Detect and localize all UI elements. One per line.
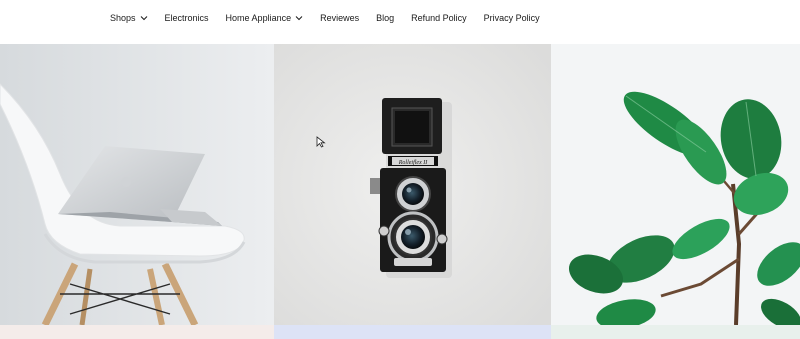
nav-item-label: Privacy Policy xyxy=(483,13,540,23)
nav-item-home-appliance[interactable]: Home Appliance xyxy=(226,13,304,23)
nav-item-label: Refund Policy xyxy=(411,13,467,23)
nav-item-label: Blog xyxy=(376,13,395,23)
mouse-cursor-icon xyxy=(316,136,326,148)
laptop-chair-illustration xyxy=(0,44,274,325)
nav-item-label: Reviewes xyxy=(320,13,360,23)
camera-brand-label: Rolleiflex II xyxy=(398,159,428,166)
nav-item-electronics[interactable]: Electronics xyxy=(165,13,209,23)
color-strip-blue xyxy=(274,325,551,339)
nav-item-label: Home Appliance xyxy=(225,13,292,23)
nav-item-blog[interactable]: Blog xyxy=(376,13,394,23)
nav-item-reviewes[interactable]: Reviewes xyxy=(320,13,359,23)
gallery-image-laptop-chair[interactable] xyxy=(0,44,274,325)
nav-item-refund-policy[interactable]: Refund Policy xyxy=(411,13,467,23)
nav-item-privacy-policy[interactable]: Privacy Policy xyxy=(484,13,540,23)
chevron-down-icon xyxy=(140,16,147,21)
gallery-image-camera[interactable]: Rolleiflex II xyxy=(274,44,551,325)
chevron-down-icon xyxy=(295,16,303,21)
plant-illustration xyxy=(551,44,800,325)
camera-illustration: Rolleiflex II xyxy=(274,44,551,325)
nav-item-label: Shops xyxy=(110,13,136,23)
top-navigation: Shops Electronics Home Appliance Reviewe… xyxy=(0,0,800,44)
color-strip-pink xyxy=(0,325,274,339)
gallery-image-plant[interactable] xyxy=(551,44,800,325)
nav-item-shops[interactable]: Shops xyxy=(110,13,148,23)
nav-item-label: Electronics xyxy=(164,13,209,23)
nav-menu: Shops Electronics Home Appliance Reviewe… xyxy=(110,11,557,25)
color-strip-green xyxy=(551,325,800,339)
image-gallery: Rolleiflex II xyxy=(0,44,800,325)
